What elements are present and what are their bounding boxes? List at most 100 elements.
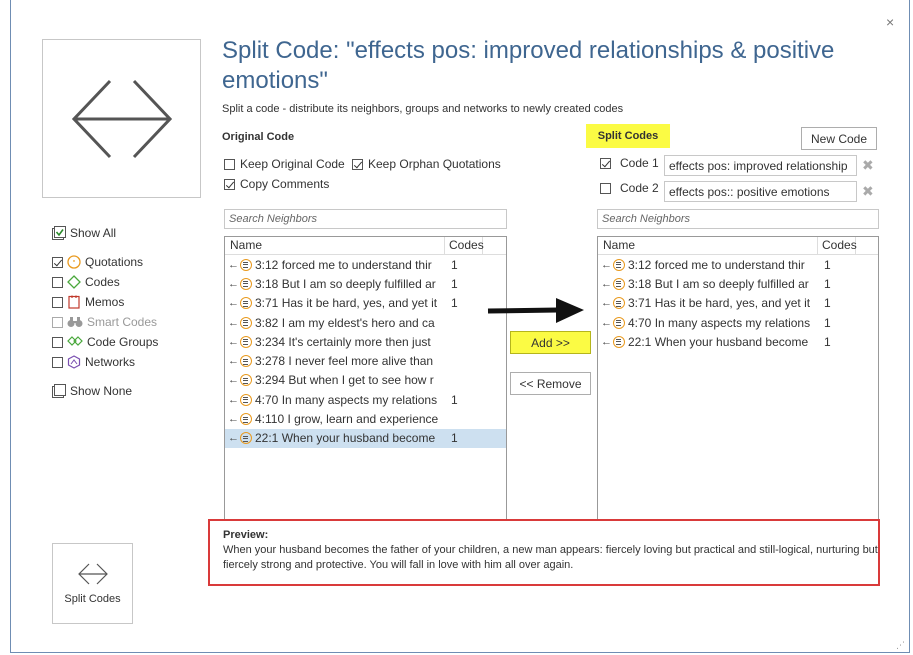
show-none-toggle[interactable]: Show None	[52, 384, 132, 398]
link-arrow-icon: ←	[228, 432, 239, 445]
memos-label: Memos	[85, 295, 125, 309]
list-item[interactable]: ← 4:70 In many aspects my relations 1	[225, 390, 506, 409]
split-code-large-icon	[42, 39, 201, 198]
neighbors-list-left[interactable]: Name Codes ← 3:12 forced me to understand…	[224, 236, 507, 520]
filter-networks[interactable]: Networks	[52, 355, 135, 369]
checkbox-box[interactable]	[52, 336, 63, 348]
quotation-icon	[240, 258, 252, 271]
codes-label: Codes	[85, 275, 120, 289]
list-item-name-cell: ← 3:234 It's certainly more then just	[225, 335, 447, 349]
filter-memos[interactable]: Memos	[52, 295, 124, 309]
list-item[interactable]: ← 3:82 I am my eldest's hero and ca	[225, 313, 506, 332]
list-item-codes-count: 1	[824, 334, 831, 349]
resize-grip-icon[interactable]: ⋰	[896, 640, 905, 651]
list-item[interactable]: ← 3:12 forced me to understand thir 1	[225, 255, 506, 274]
quotation-icon	[240, 393, 252, 406]
link-arrow-icon: ←	[228, 355, 239, 368]
list-item[interactable]: ← 3:278 I never feel more alive than	[225, 351, 506, 370]
column-header-name[interactable]: Name	[598, 237, 818, 254]
quotation-icon	[613, 316, 625, 329]
keep-original-code-label: Keep Original Code	[240, 157, 345, 171]
list-item-name-cell: ← 4:70 In many aspects my relations	[225, 393, 447, 407]
list-item[interactable]: ← 3:234 It's certainly more then just	[225, 332, 506, 351]
copy-comments-checkbox[interactable]: Copy Comments	[224, 177, 329, 191]
filter-smart-codes[interactable]: Smart Codes	[52, 315, 157, 329]
list-item-name-cell: ← 4:110 I grow, learn and experience	[225, 412, 447, 426]
link-arrow-icon: ←	[228, 393, 239, 406]
checkbox-box[interactable]	[600, 182, 611, 194]
list-item-codes-count: 1	[451, 276, 458, 291]
checkbox-box[interactable]	[352, 158, 363, 170]
column-header-codes[interactable]: Codes	[818, 237, 857, 254]
quotation-icon	[240, 374, 252, 387]
show-all-toggle[interactable]: Show All	[52, 226, 116, 240]
add-button[interactable]: Add >>	[510, 331, 591, 354]
filter-quotations[interactable]: " Quotations	[52, 255, 143, 269]
list-item-codes-count: 1	[451, 392, 458, 407]
svg-text:": "	[72, 259, 75, 267]
list-body: ← 3:12 forced me to understand thir 1 ← 3:18…	[598, 255, 878, 351]
code-1-checkbox[interactable]: Code 1	[600, 156, 659, 170]
list-item-name: 3:278 I never feel more alive than	[255, 354, 434, 369]
list-item[interactable]: ← 22:1 When your husband become 1	[598, 332, 878, 351]
new-code-button[interactable]: New Code	[801, 127, 877, 150]
column-header-name[interactable]: Name	[225, 237, 445, 254]
list-header: Name Codes	[225, 237, 506, 255]
list-item-name: 3:18 But I am so deeply fulfilled ar	[255, 276, 436, 291]
filter-codes[interactable]: Codes	[52, 275, 120, 289]
search-neighbors-right-input[interactable]: Search Neighbors	[597, 209, 879, 229]
list-item-name-cell: ← 3:18 But I am so deeply fulfilled ar	[225, 277, 447, 291]
keep-orphan-quotations-label: Keep Orphan Quotations	[368, 157, 501, 171]
checkbox-box[interactable]	[224, 158, 235, 170]
filter-code-groups[interactable]: Code Groups	[52, 335, 158, 349]
preview-panel: Preview: When your husband becomes the f…	[208, 519, 880, 586]
delete-code-2-icon[interactable]: ✖	[862, 183, 874, 200]
split-codes-action-label: Split Codes	[64, 592, 121, 605]
code-diamond-icon	[67, 275, 81, 289]
smart-code-binoculars-icon	[67, 317, 83, 327]
list-item[interactable]: ← 4:110 I grow, learn and experience	[225, 409, 506, 428]
list-item-codes-count: 1	[824, 257, 831, 272]
quotation-icon	[240, 413, 252, 426]
checkbox-box[interactable]	[52, 296, 63, 308]
code-2-checkbox[interactable]: Code 2	[600, 181, 659, 195]
link-arrow-icon: ←	[601, 335, 612, 348]
list-item[interactable]: ← 3:294 But when I get to see how r	[225, 371, 506, 390]
list-item[interactable]: ← 22:1 When your husband become 1	[225, 428, 506, 448]
close-icon[interactable]: ×	[886, 14, 894, 30]
quotation-icon	[613, 335, 625, 348]
code-1-name-input[interactable]: effects pos: improved relationship	[664, 155, 857, 176]
list-header: Name Codes	[598, 237, 878, 255]
checkbox-box[interactable]	[52, 256, 63, 268]
list-item[interactable]: ← 3:71 Has it be hard, yes, and yet it 1	[598, 294, 878, 313]
show-none-icon	[52, 384, 66, 398]
column-header-codes[interactable]: Codes	[445, 237, 484, 254]
list-item[interactable]: ← 4:70 In many aspects my relations 1	[598, 313, 878, 332]
list-item-name: 3:82 I am my eldest's hero and ca	[255, 315, 435, 330]
delete-code-1-icon[interactable]: ✖	[862, 157, 874, 174]
keep-orphan-quotations-checkbox[interactable]: Keep Orphan Quotations	[352, 157, 501, 171]
checkbox-box[interactable]	[224, 178, 235, 190]
list-item-name-cell: ← 3:12 forced me to understand thir	[598, 258, 820, 272]
checkbox-box[interactable]	[52, 316, 63, 328]
list-item[interactable]: ← 3:71 Has it be hard, yes, and yet it 1	[225, 294, 506, 313]
keep-original-code-checkbox[interactable]: Keep Original Code	[224, 157, 345, 171]
code-2-name-input[interactable]: effects pos:: positive emotions	[664, 181, 857, 202]
link-arrow-icon: ←	[601, 316, 612, 329]
memo-icon	[68, 295, 80, 309]
code-groups-label: Code Groups	[87, 335, 159, 349]
remove-button[interactable]: << Remove	[510, 372, 591, 395]
list-item[interactable]: ← 3:18 But I am so deeply fulfilled ar 1	[598, 274, 878, 293]
copy-comments-label: Copy Comments	[240, 177, 330, 191]
preview-text: When your husband becomes the father of …	[223, 544, 878, 571]
split-codes-action-button[interactable]: Split Codes	[52, 543, 133, 624]
link-arrow-icon: ←	[228, 316, 239, 329]
checkbox-box[interactable]	[600, 157, 611, 169]
quotation-icon	[240, 297, 252, 310]
checkbox-box[interactable]	[52, 356, 63, 368]
list-item[interactable]: ← 3:18 But I am so deeply fulfilled ar 1	[225, 274, 506, 293]
list-item[interactable]: ← 3:12 forced me to understand thir 1	[598, 255, 878, 274]
search-neighbors-left-input[interactable]: Search Neighbors	[224, 209, 507, 229]
neighbors-list-right[interactable]: Name Codes ← 3:12 forced me to understand…	[597, 236, 879, 520]
checkbox-box[interactable]	[52, 276, 63, 288]
